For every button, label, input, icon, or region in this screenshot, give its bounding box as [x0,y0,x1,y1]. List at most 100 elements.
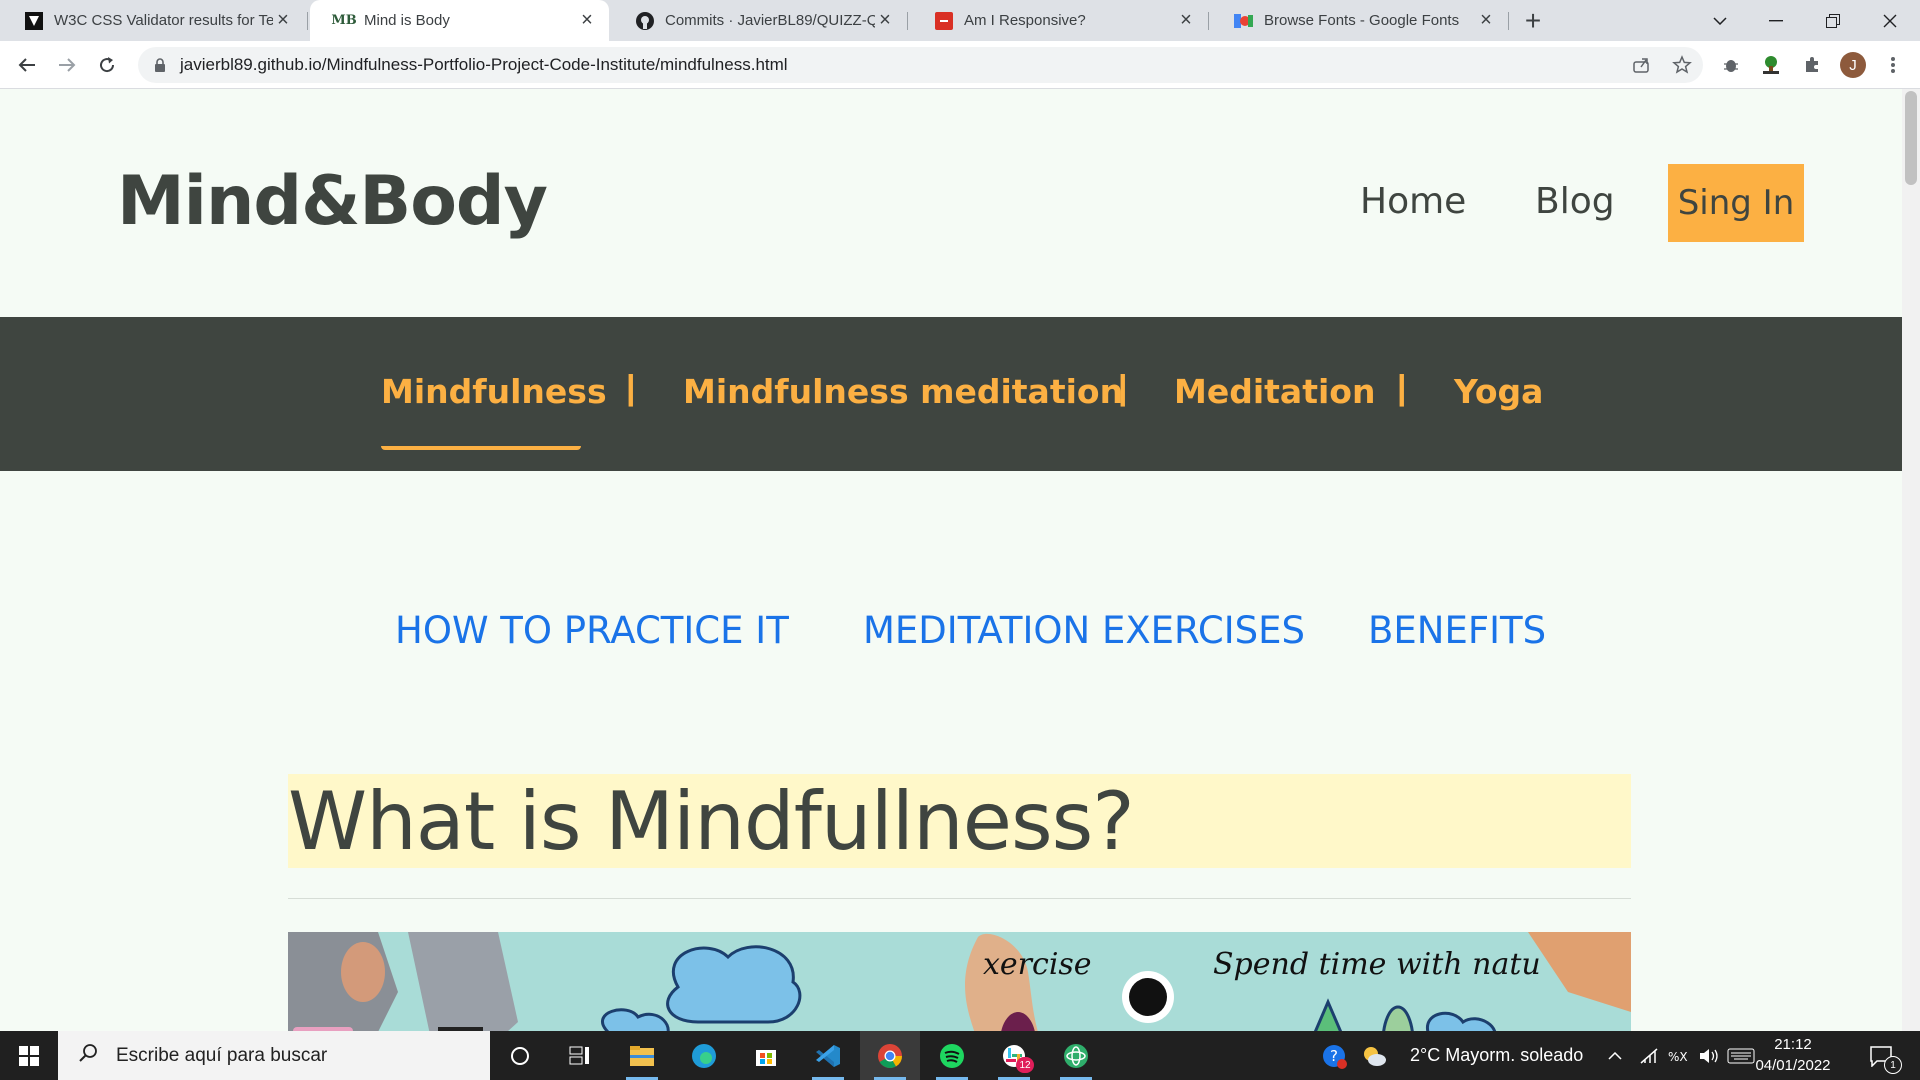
clock-time: 21:12 [1774,1036,1812,1053]
weather-text[interactable]: 2°C Mayorm. soleado [1410,1031,1583,1080]
category-mindfulness[interactable]: Mindfulness [381,372,607,411]
menu-kebab-icon[interactable] [1876,48,1910,82]
restore-icon[interactable] [1805,0,1861,41]
w3c-icon [24,11,44,31]
bookmark-star-icon[interactable] [1665,48,1699,82]
extensions-puzzle-icon[interactable] [1795,48,1829,82]
close-icon[interactable]: × [577,9,597,31]
close-icon[interactable]: × [875,9,895,31]
amiresponsive-icon [934,11,954,31]
file-explorer-icon[interactable] [612,1031,672,1080]
close-icon[interactable]: × [273,9,293,31]
notifications-icon[interactable]: 1 [1856,1031,1906,1080]
close-window-icon[interactable] [1862,0,1918,41]
share-icon[interactable] [1624,48,1658,82]
sign-in-button[interactable]: Sing In [1668,164,1804,242]
nav-blog-link[interactable]: Blog [1535,182,1615,222]
tab-search-chevron-icon[interactable] [1692,0,1748,41]
tab-separator [307,12,308,30]
scrollbar-thumb[interactable] [1905,91,1917,185]
category-nav-band: Mindfulness | Mindfulness meditation | M… [0,317,1902,471]
back-arrow-icon[interactable] [10,48,44,82]
address-bar[interactable]: javierbl89.github.io/Mindfulness-Portfol… [138,47,1703,83]
tab-mind-is-body[interactable]: MB Mind is Body × [310,0,609,41]
reload-icon[interactable] [90,48,124,82]
mb-icon: MB [331,13,357,28]
subnav-how-to-practice-link[interactable]: HOW TO PRACTICE IT [395,609,789,652]
tab-google-fonts[interactable]: Browse Fonts - Google Fonts × [1210,0,1508,41]
cortana-icon[interactable] [490,1031,550,1080]
tab-title: Browse Fonts - Google Fonts [1264,12,1460,29]
tab-title: Am I Responsive? [964,12,1086,29]
category-separator: | [1118,369,1128,407]
search-placeholder: Escribe aquí para buscar [116,1044,328,1066]
page-scrollbar[interactable] [1902,89,1920,1031]
tab-separator [1508,12,1509,30]
windows-taskbar: Escribe aquí para buscar 12 ? 2°C Mayorm… [0,1031,1920,1080]
search-icon [78,1043,98,1068]
category-separator: | [1397,369,1407,407]
tab-title: Mind is Body [364,12,450,29]
new-tab-plus-icon[interactable]: + [1518,5,1548,36]
hero-text-exercise: xercise [983,947,1092,982]
windows-start-icon[interactable] [0,1031,58,1080]
category-separator: | [626,369,636,407]
tray-chevron-up-icon[interactable] [1600,1031,1630,1080]
task-view-icon[interactable] [550,1031,610,1080]
github-icon [635,11,655,31]
profile-avatar[interactable]: J [1836,48,1870,82]
close-icon[interactable]: × [1476,9,1496,31]
slack-icon[interactable]: 12 [984,1031,1044,1080]
lock-icon[interactable] [152,57,168,73]
bug-extension-icon[interactable] [1714,48,1748,82]
network-icon[interactable] [1634,1031,1664,1080]
help-icon[interactable]: ? [1304,1031,1364,1080]
notifications-count: 1 [1884,1056,1902,1074]
category-mindfulness-meditation[interactable]: Mindfulness meditation [683,372,1123,411]
spotify-icon[interactable] [922,1031,982,1080]
html-tree-extension-icon[interactable] [1754,48,1788,82]
subnav-benefits-link[interactable]: BENEFITS [1368,609,1546,652]
edge-icon[interactable] [674,1031,734,1080]
google-fonts-icon [1234,11,1254,31]
svg-text:%X: %X [1668,1050,1688,1064]
active-category-underline [381,446,581,450]
chrome-icon[interactable] [860,1031,920,1080]
subnav-meditation-exercises-link[interactable]: MEDITATION EXERCISES [863,609,1305,652]
tab-separator [1208,12,1209,30]
divider [288,898,1631,899]
tab-title: Commits · JavierBL89/QUIZZ-QUI [665,12,875,29]
minimize-icon[interactable] [1748,0,1804,41]
site-logo[interactable]: Mind&Body [117,167,548,237]
tab-am-i-responsive[interactable]: Am I Responsive? × [910,0,1208,41]
slack-badge: 12 [1016,1057,1034,1073]
tab-title: W3C CSS Validator results for Tex [54,12,273,29]
volume-icon[interactable] [1694,1031,1724,1080]
browser-tab-strip: W3C CSS Validator results for Tex × MB M… [0,0,1920,41]
hero-illustration-art: xercise Spend time with natu [288,932,1631,1031]
microsoft-store-icon[interactable] [736,1031,796,1080]
svg-text:?: ? [1330,1047,1338,1065]
category-meditation[interactable]: Meditation [1174,372,1375,411]
taskbar-search-box[interactable]: Escribe aquí para buscar [58,1031,490,1080]
vscode-icon[interactable] [798,1031,858,1080]
page-title: What is Mindfullness? [288,775,1135,868]
language-ime-icon[interactable]: %X [1664,1031,1694,1080]
close-icon[interactable]: × [1176,9,1196,31]
hero-text-nature: Spend time with natu [1213,947,1541,982]
tab-github-commits[interactable]: Commits · JavierBL89/QUIZZ-QUI × [611,0,907,41]
atom-app-icon[interactable] [1046,1031,1106,1080]
tab-separator [907,12,908,30]
forward-arrow-icon[interactable] [50,48,84,82]
taskbar-clock[interactable]: 21:12 04/01/2022 [1748,1034,1838,1076]
hero-illustration: xercise Spend time with natu [288,932,1631,1031]
heading-highlight: What is Mindfullness? [288,774,1631,868]
web-page: Mind&Body Home Blog Sing In Mindfulness … [0,89,1920,1031]
tab-w3c-validator[interactable]: W3C CSS Validator results for Tex × [0,0,305,41]
category-yoga[interactable]: Yoga [1454,372,1543,411]
browser-toolbar: javierbl89.github.io/Mindfulness-Portfol… [0,41,1920,89]
url-text[interactable]: javierbl89.github.io/Mindfulness-Portfol… [180,55,788,75]
nav-home-link[interactable]: Home [1360,182,1466,222]
clock-date: 04/01/2022 [1755,1057,1831,1074]
weather-sun-cloud-icon[interactable] [1356,1031,1392,1080]
